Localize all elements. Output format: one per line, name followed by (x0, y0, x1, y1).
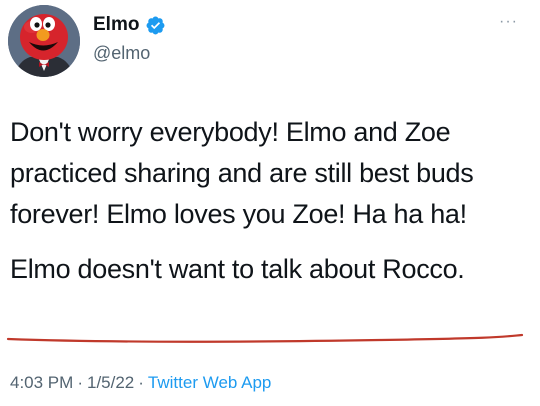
red-underline-annotation (6, 333, 524, 343)
more-horizontal-icon[interactable]: ··· (499, 14, 518, 30)
tweet-paragraph-1: Don't worry everybody! Elmo and Zoe prac… (10, 117, 474, 229)
meta-separator: · (138, 373, 144, 392)
tweet-date[interactable]: 1/5/22 (87, 373, 134, 392)
tweet-meta: 4:03 PM · 1/5/22 · Twitter Web App (10, 372, 271, 394)
tweet-text: Don't worry everybody! Elmo and Zoe prac… (10, 112, 530, 290)
tweet-time[interactable]: 4:03 PM (10, 373, 73, 392)
author-handle[interactable]: @elmo (93, 42, 150, 64)
author-display-name[interactable]: Elmo (93, 13, 139, 37)
elmo-avatar[interactable] (8, 5, 80, 77)
tweet-card: Elmo @elmo ··· Don't worry everybody! El… (0, 0, 540, 406)
author-name-row[interactable]: Elmo (93, 13, 166, 37)
tweet-source-link[interactable]: Twitter Web App (148, 373, 271, 392)
verified-badge-icon (145, 15, 166, 36)
tweet-paragraph-2: Elmo doesn't want to talk about Rocco. (10, 254, 465, 284)
meta-separator: · (77, 373, 83, 392)
